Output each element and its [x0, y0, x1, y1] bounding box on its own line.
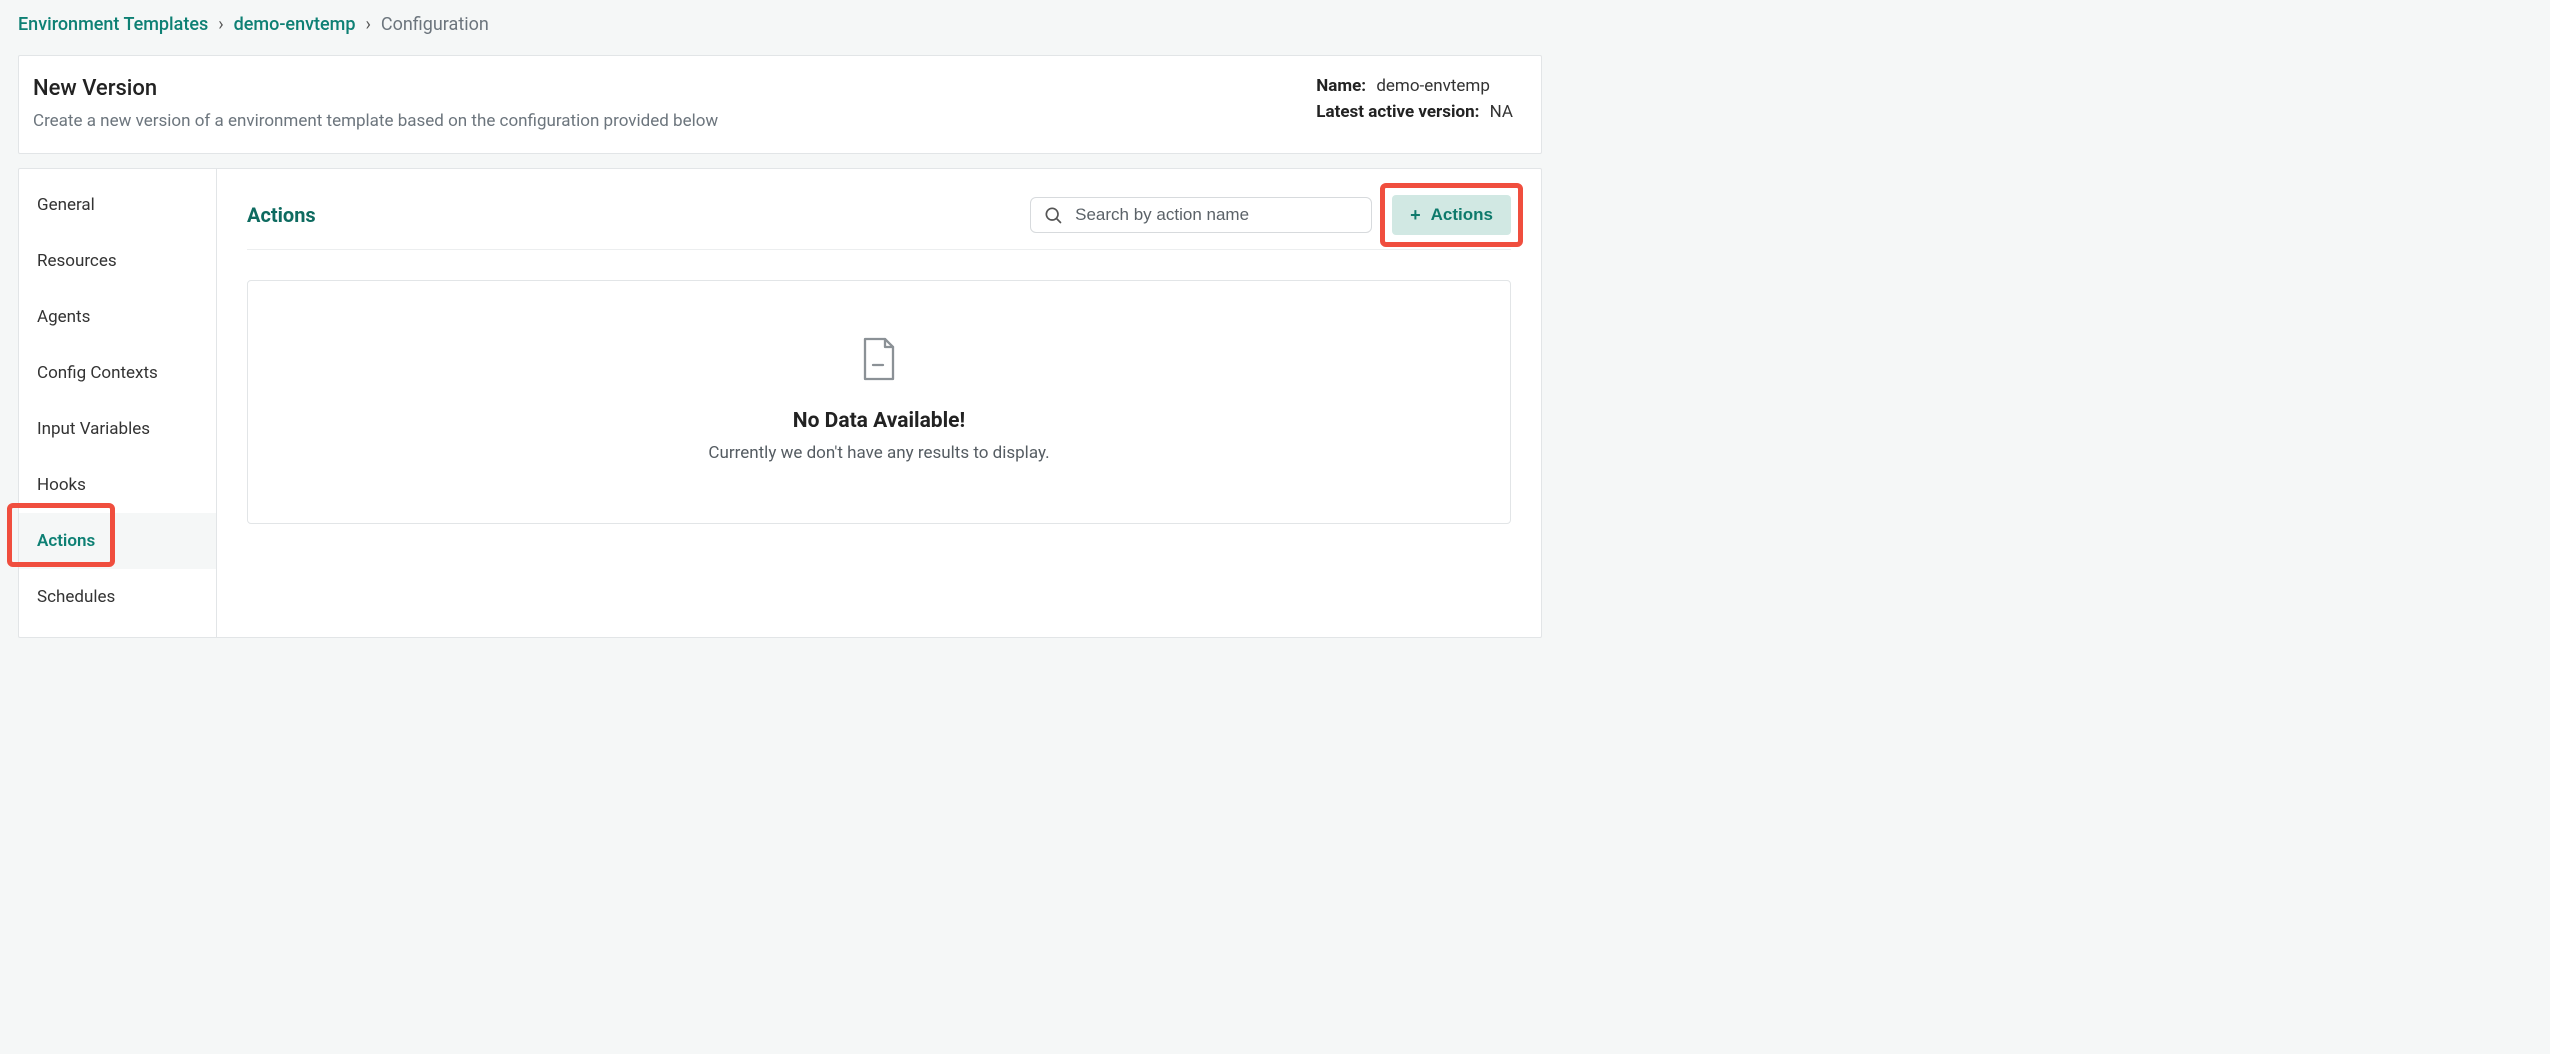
sidebar-item-agents[interactable]: Agents — [19, 289, 216, 345]
sidebar-item-label: Resources — [37, 251, 117, 271]
sidebar-item-label: Hooks — [37, 475, 86, 495]
sidebar-item-label: Schedules — [37, 587, 115, 607]
content-empty-box: No Data Available! Currently we don't ha… — [247, 280, 1511, 524]
sidebar-item-label: Actions — [37, 531, 95, 551]
document-icon — [268, 337, 1490, 381]
breadcrumb-current: Configuration — [381, 14, 489, 35]
sidebar-item-general[interactable]: General — [19, 177, 216, 233]
breadcrumb: Environment Templates › demo-envtemp › C… — [0, 0, 1560, 45]
add-button-label: Actions — [1431, 205, 1493, 225]
sidebar-item-actions[interactable]: Actions — [19, 513, 216, 569]
main-panel: Actions + Actions — [217, 169, 1541, 637]
page-header-card: New Version Create a new version of a en… — [18, 55, 1542, 154]
empty-state-title: No Data Available! — [268, 409, 1490, 433]
breadcrumb-root[interactable]: Environment Templates — [18, 14, 208, 35]
sidebar-item-label: Agents — [37, 307, 90, 327]
header-meta: Name: demo-envtemp Latest active version… — [1316, 76, 1513, 128]
version-value: NA — [1490, 102, 1513, 122]
search-input[interactable] — [1075, 205, 1359, 225]
breadcrumb-separator: › — [365, 14, 370, 35]
name-value: demo-envtemp — [1376, 76, 1490, 96]
sidebar-item-label: Input Variables — [37, 419, 150, 439]
page-title: New Version — [33, 76, 718, 101]
name-label: Name: — [1316, 76, 1366, 96]
sidebar-item-schedules[interactable]: Schedules — [19, 569, 216, 625]
sidebar-item-hooks[interactable]: Hooks — [19, 457, 216, 513]
sidebar-item-resources[interactable]: Resources — [19, 233, 216, 289]
search-input-wrap[interactable] — [1030, 197, 1372, 233]
version-label: Latest active version: — [1316, 102, 1479, 122]
add-actions-button[interactable]: + Actions — [1392, 195, 1511, 235]
sidebar-item-input-variables[interactable]: Input Variables — [19, 401, 216, 457]
plus-icon: + — [1410, 206, 1421, 224]
empty-state-subtitle: Currently we don't have any results to d… — [268, 443, 1490, 463]
breadcrumb-separator: › — [218, 14, 223, 35]
sidebar-item-label: Config Contexts — [37, 363, 158, 383]
sidebar-item-config-contexts[interactable]: Config Contexts — [19, 345, 216, 401]
search-icon — [1043, 205, 1063, 225]
sidebar-item-label: General — [37, 195, 95, 215]
section-title: Actions — [247, 203, 316, 227]
page-subtitle: Create a new version of a environment te… — [33, 111, 718, 131]
breadcrumb-parent[interactable]: demo-envtemp — [234, 14, 356, 35]
sidebar: General Resources Agents Config Contexts… — [19, 169, 217, 637]
